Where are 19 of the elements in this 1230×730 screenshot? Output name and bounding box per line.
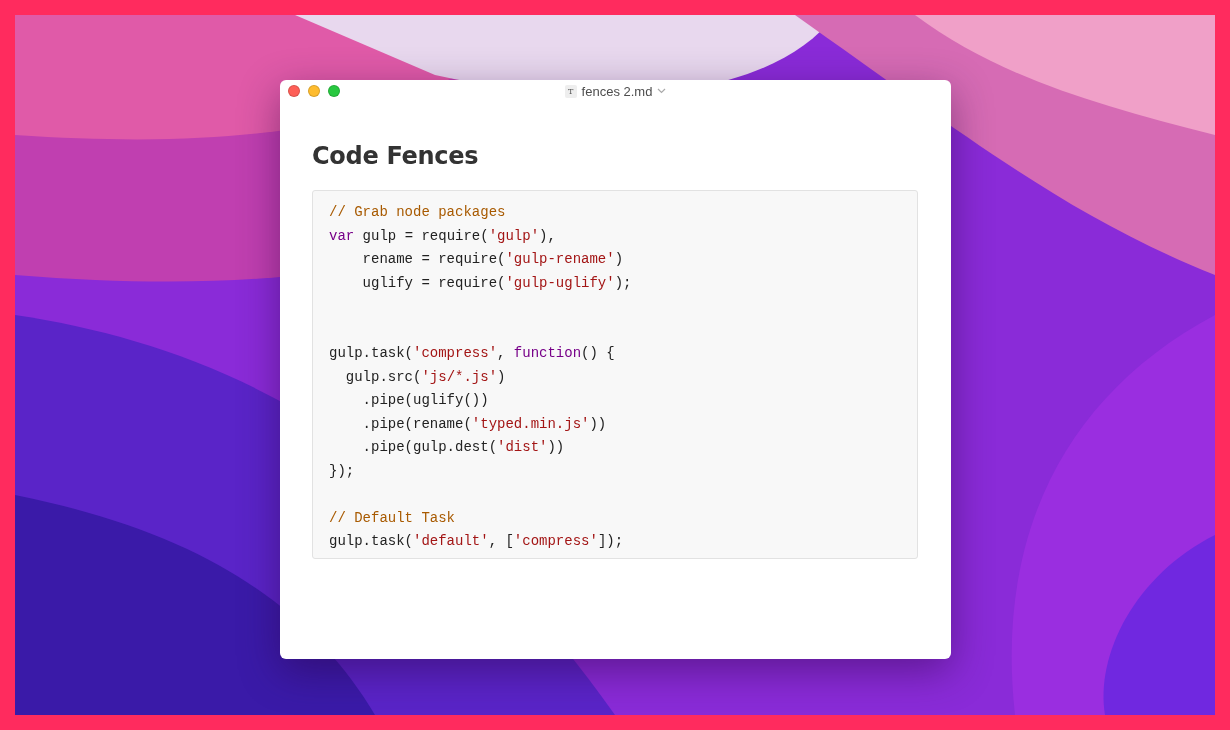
code-line: var gulp = require('gulp'), — [329, 226, 556, 246]
code-line: gulp.src('js/*.js') — [344, 367, 506, 387]
chevron-icon[interactable] — [657, 88, 667, 94]
minimize-button[interactable] — [308, 85, 320, 97]
file-type-icon: T — [564, 84, 577, 98]
code-line: .pipe(uglify()) — [361, 391, 489, 410]
code-line: gulp.task('compress', function() { — [329, 344, 615, 363]
code-line: .pipe(gulp.dest('dist')) — [361, 438, 565, 457]
heading: Code Fences — [312, 142, 480, 170]
code-line: uglify = require('gulp-uglify'); — [361, 273, 632, 293]
code-line: .pipe(rename('typed.min.js')) — [361, 414, 607, 434]
zoom-button[interactable] — [328, 85, 340, 97]
code-line: // Default Task — [329, 508, 456, 528]
code-line: }); — [329, 461, 355, 481]
window-title: fences 2.md — [581, 83, 653, 99]
code-line: rename = require('gulp-rename') — [361, 250, 624, 269]
code-line: // Grab node packages — [329, 203, 506, 222]
close-button[interactable] — [288, 85, 300, 97]
code-line: gulp.task('default', ['compress']); — [329, 532, 624, 551]
